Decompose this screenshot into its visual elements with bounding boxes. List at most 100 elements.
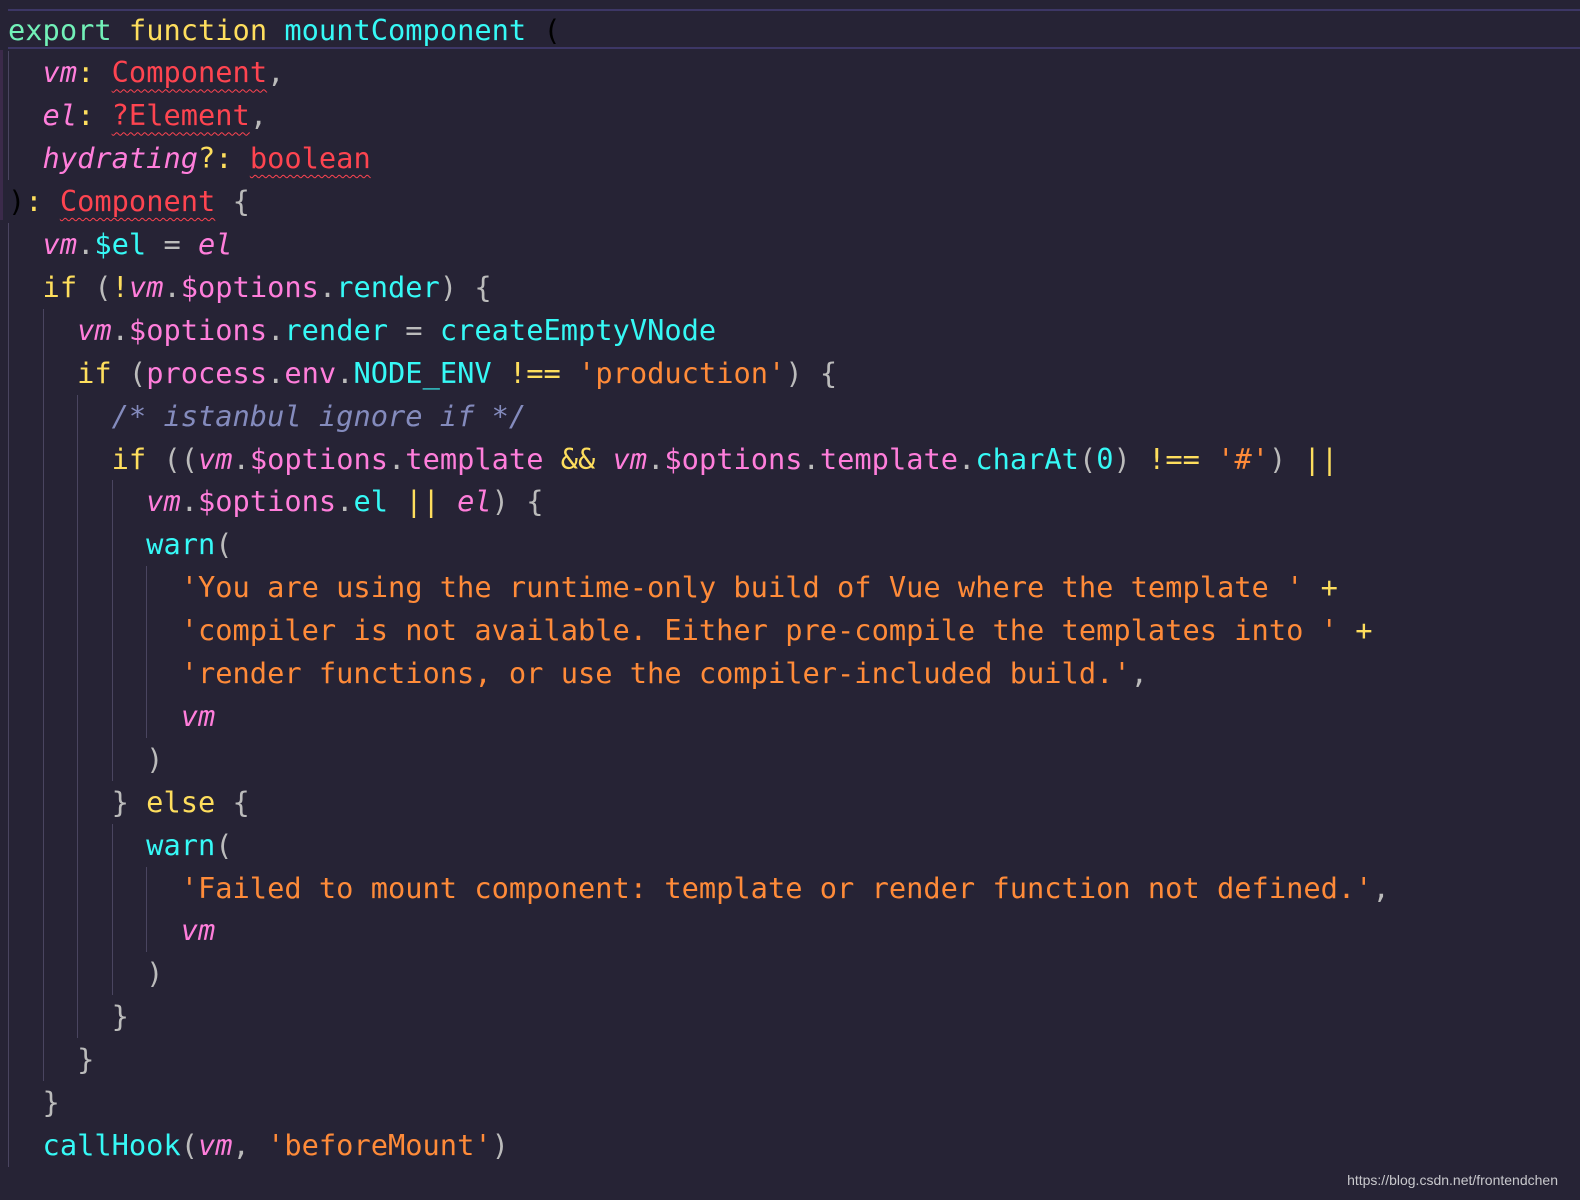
token-type: Component bbox=[59, 184, 216, 219]
code-line[interactable]: ) bbox=[8, 738, 163, 781]
token-p: , bbox=[1130, 656, 1148, 690]
token-p bbox=[8, 141, 43, 175]
code-line[interactable]: /* istanbul ignore if */ bbox=[8, 395, 527, 438]
code-line[interactable]: if (process.env.NODE_ENV !== 'production… bbox=[8, 352, 837, 395]
token-prop: template bbox=[405, 441, 544, 476]
code-line[interactable]: el: ?Element, bbox=[8, 94, 268, 137]
code-line[interactable]: vm.$options.el || el) { bbox=[8, 480, 543, 523]
token-op: + bbox=[1355, 613, 1373, 648]
token-p: } bbox=[8, 1042, 95, 1077]
token-param: vm bbox=[128, 269, 164, 304]
code-line[interactable]: ) bbox=[8, 952, 163, 995]
token-p bbox=[492, 356, 509, 390]
token-kw: function bbox=[128, 12, 268, 47]
token-cm: /* istanbul ignore if */ bbox=[111, 398, 527, 433]
token-type: Component bbox=[111, 55, 268, 90]
token-p: ( bbox=[215, 827, 233, 862]
token-fn: $el bbox=[94, 227, 147, 261]
code-line[interactable]: vm bbox=[8, 909, 216, 952]
token-p bbox=[8, 356, 77, 390]
code-line[interactable]: if ((vm.$options.template && vm.$options… bbox=[8, 438, 1338, 481]
token-p bbox=[8, 656, 181, 690]
token-p bbox=[8, 699, 181, 733]
code-line[interactable]: if (!vm.$options.render) { bbox=[8, 266, 492, 309]
token-p: . bbox=[958, 441, 976, 476]
token-fn: createEmptyVNode bbox=[439, 312, 717, 347]
code-line[interactable]: 'compiler is not available. Either pre-c… bbox=[8, 609, 1373, 652]
token-p bbox=[267, 13, 284, 47]
token-fn: el bbox=[353, 484, 388, 519]
token-p: } bbox=[8, 999, 129, 1034]
token-op: || bbox=[405, 484, 440, 519]
token-p: } bbox=[8, 784, 147, 819]
code-line[interactable]: callHook(vm, 'beforeMount') bbox=[8, 1124, 509, 1167]
token-p: . bbox=[336, 484, 354, 519]
code-line[interactable]: 'You are using the runtime-only build of… bbox=[8, 566, 1338, 609]
token-op: ?: bbox=[198, 141, 233, 176]
code-line[interactable]: warn( bbox=[8, 824, 233, 867]
token-param: vm bbox=[180, 913, 216, 948]
token-prop: $options bbox=[664, 441, 803, 476]
code-line[interactable]: 'Failed to mount component: template or … bbox=[8, 867, 1390, 910]
token-p: ( bbox=[215, 527, 233, 562]
token-prop: template bbox=[819, 441, 959, 476]
code-line[interactable]: 'render functions, or use the compiler-i… bbox=[8, 652, 1148, 695]
token-fn: warn bbox=[146, 827, 216, 862]
token-param: el bbox=[198, 227, 233, 261]
code-line[interactable]: hydrating?: boolean bbox=[8, 137, 371, 180]
modified-lines-gutter-marker bbox=[0, 50, 3, 220]
token-p bbox=[8, 227, 43, 261]
token-p bbox=[94, 98, 111, 132]
token-prop: env bbox=[284, 355, 337, 390]
token-str: 'render functions, or use the compiler-i… bbox=[180, 656, 1131, 690]
token-p: ) { bbox=[491, 484, 544, 519]
code-line[interactable]: vm bbox=[8, 695, 216, 738]
token-p: ) bbox=[491, 1127, 509, 1162]
token-kw: else bbox=[146, 784, 216, 819]
code-line[interactable]: } bbox=[8, 1038, 94, 1081]
code-line[interactable]: } bbox=[8, 1081, 60, 1124]
token-str: 'Failed to mount component: template or … bbox=[180, 870, 1373, 905]
token-str: 'beforeMount' bbox=[267, 1127, 492, 1162]
code-line[interactable]: warn( bbox=[8, 523, 233, 566]
token-num: 0 bbox=[1096, 441, 1114, 476]
token-op: : bbox=[77, 98, 95, 133]
token-p bbox=[112, 13, 129, 47]
token-p: = bbox=[388, 312, 440, 347]
token-param: vm bbox=[77, 312, 112, 347]
token-p: ) bbox=[8, 956, 164, 991]
token-fn: warn bbox=[146, 527, 216, 562]
token-p bbox=[8, 613, 181, 647]
token-p bbox=[543, 442, 560, 476]
token-p: (( bbox=[146, 441, 199, 476]
token-p: . bbox=[163, 269, 181, 304]
code-line[interactable]: export function mountComponent ( bbox=[8, 9, 561, 52]
code-line[interactable]: vm.$el = el bbox=[8, 223, 233, 266]
token-param: hydrating bbox=[42, 141, 198, 176]
token-param: el bbox=[457, 484, 492, 519]
token-param: vm bbox=[612, 441, 648, 476]
code-line[interactable]: vm: Component, bbox=[8, 51, 285, 94]
token-p bbox=[8, 871, 181, 905]
token-p bbox=[8, 55, 43, 89]
token-p bbox=[526, 13, 543, 47]
code-line[interactable]: vm.$options.render = createEmptyVNode bbox=[8, 309, 716, 352]
code-line[interactable]: } bbox=[8, 995, 129, 1038]
token-p bbox=[1303, 570, 1320, 604]
token-p: ) { bbox=[439, 269, 492, 304]
code-editor[interactable]: export function mountComponent ( vm: Com… bbox=[0, 0, 1580, 1200]
token-p: , bbox=[1372, 870, 1390, 905]
token-p: , bbox=[249, 98, 268, 133]
token-p: , bbox=[232, 1127, 268, 1162]
token-param: vm bbox=[42, 55, 78, 90]
token-op: && bbox=[560, 441, 596, 476]
token-op: : bbox=[77, 55, 95, 90]
code-line[interactable]: ): Component { bbox=[8, 180, 250, 223]
token-fn: mountComponent bbox=[284, 12, 527, 47]
token-str: 'You are using the runtime-only build of… bbox=[180, 570, 1304, 605]
token-ex: export bbox=[8, 12, 112, 47]
token-fn: render bbox=[284, 312, 389, 347]
token-param: vm bbox=[198, 1127, 233, 1162]
token-str: 'compiler is not available. Either pre-c… bbox=[180, 613, 1338, 648]
code-line[interactable]: } else { bbox=[8, 781, 250, 824]
